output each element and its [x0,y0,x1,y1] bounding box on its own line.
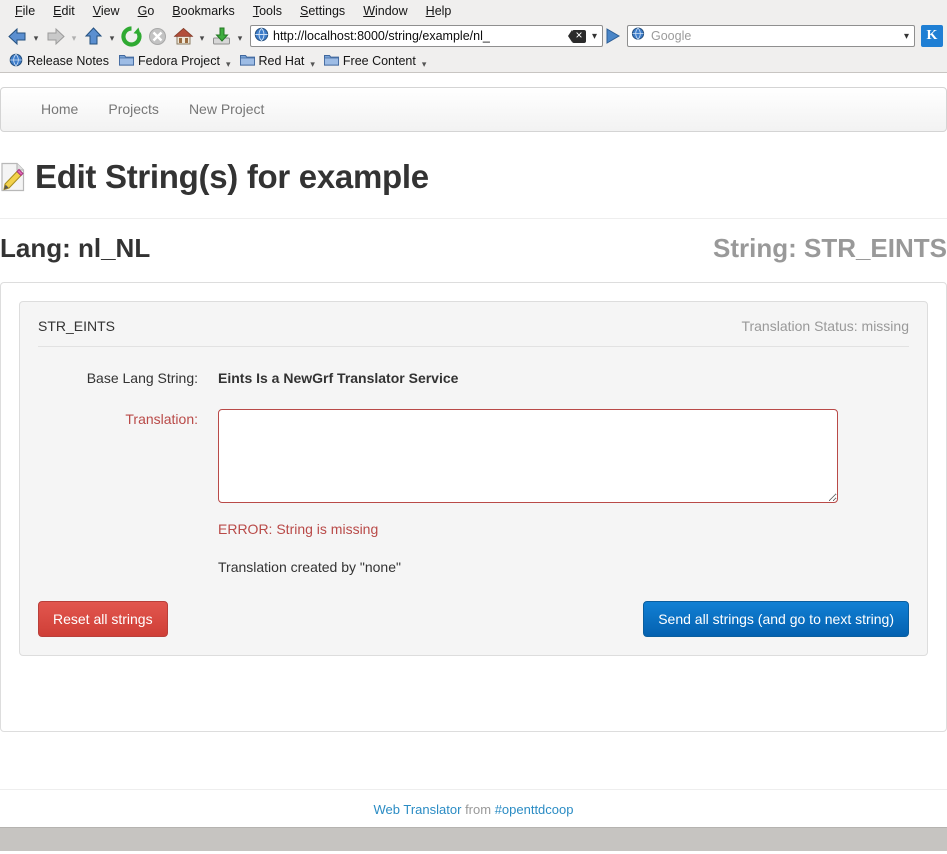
send-all-strings-button[interactable]: Send all strings (and go to next string) [643,601,909,637]
panel-header: STR_EINTS Translation Status: missing [38,318,909,347]
download-icon[interactable] [208,23,234,49]
page-footer: Web Translator from #openttdcoop [0,789,947,817]
bookmark-label: Fedora Project [138,54,220,68]
title-divider [0,218,947,219]
back-icon[interactable] [4,23,30,49]
bookmarks-bar: Release Notes Fedora Project ▾ Red Hat ▾ [0,50,947,72]
browser-chrome: File Edit View Go Bookmarks Tools Settin… [0,0,947,73]
page-title: Edit String(s) for example [0,158,947,196]
translation-input[interactable] [218,409,838,503]
bookmark-label: Release Notes [27,54,109,68]
browser-status-bar [0,827,947,851]
home-menu-caret[interactable]: ▾ [196,23,208,49]
lang-string-row: Lang: nl_NL String: STR_EINTS [0,233,947,264]
base-string-label: Base Lang String: [86,370,198,386]
site-navbar: Home Projects New Project [0,87,947,132]
string-id-label: STR_EINTS [38,318,116,334]
url-dropdown-caret[interactable]: ▾ [590,31,599,42]
outer-panel: STR_EINTS Translation Status: missing Ba… [0,282,947,732]
forward-history-caret: ▾ [71,33,77,43]
base-string-value: Eints Is a NewGrf Translator Service [218,370,459,386]
nav-link-projects[interactable]: Projects [93,87,174,132]
translation-row: Translation: ERROR: String is missing Tr… [38,409,909,575]
menu-bookmarks[interactable]: Bookmarks [163,1,244,21]
folder-icon [239,53,255,69]
back-history-caret[interactable]: ▾ [30,23,42,49]
menu-settings[interactable]: Settings [291,1,354,21]
menu-help[interactable]: Help [417,1,461,21]
page-content: Home Projects New Project Edit String(s)… [0,73,947,827]
menu-edit[interactable]: Edit [44,1,84,21]
string-heading: String: STR_EINTS [712,233,947,263]
base-string-row: Base Lang String: Eints Is a NewGrf Tran… [38,368,909,388]
search-bar[interactable]: Google ▾ [627,25,915,47]
translation-field-wrapper: ERROR: String is missing Translation cre… [218,409,909,575]
bookmark-label: Red Hat [258,54,305,68]
stop-icon [144,23,170,49]
content-container: Home Projects New Project Edit String(s)… [0,87,947,732]
footer-link-web-translator[interactable]: Web Translator [374,802,462,817]
menu-window[interactable]: Window [354,1,416,21]
bookmark-free-content[interactable]: Free Content [319,52,421,70]
chevron-down-icon[interactable]: ▾ [309,59,319,72]
menu-file[interactable]: File [6,1,44,21]
chevron-down-icon[interactable]: ▾ [225,59,235,72]
folder-icon [119,53,134,69]
button-row: Reset all strings Send all strings (and … [38,601,909,637]
footer-text-from: from [465,802,492,817]
nav-link-new-project[interactable]: New Project [174,87,279,132]
forward-icon [42,23,68,49]
home-icon[interactable] [170,23,196,49]
kde-konqueror-logo: K [921,25,943,47]
translation-created-by: Translation created by "none" [218,559,401,575]
bookmark-label: Free Content [342,54,416,68]
menu-view[interactable]: View [84,1,129,21]
globe-icon [9,53,23,70]
up-icon[interactable] [80,23,106,49]
search-globe-icon[interactable] [631,27,646,45]
nav-link-home[interactable]: Home [26,87,93,132]
folder-icon [323,53,339,69]
translation-error: ERROR: String is missing [218,521,379,537]
search-input[interactable]: Google [651,28,897,44]
menu-go[interactable]: Go [129,1,164,21]
bookmark-fedora-project[interactable]: Fedora Project [114,52,225,70]
page-title-text: Edit String(s) for example [35,158,429,195]
footer-link-openttdcoop[interactable]: #openttdcoop [495,802,574,817]
download-menu-caret[interactable]: ▾ [234,23,246,49]
clear-text-icon[interactable] [567,27,586,43]
translation-status: Translation Status: missing [741,318,909,334]
menu-bar: File Edit View Go Bookmarks Tools Settin… [0,0,947,22]
menu-tools[interactable]: Tools [244,1,291,21]
lang-heading: Lang: nl_NL [0,233,151,263]
reload-icon[interactable] [118,23,144,49]
url-bar[interactable]: http://localhost:8000/string/example/nl_… [250,25,603,47]
go-arrow-icon[interactable] [603,27,623,45]
reset-all-strings-button[interactable]: Reset all strings [38,601,168,637]
url-text[interactable]: http://localhost:8000/string/example/nl_ [273,28,568,44]
memo-pencil-icon [0,162,26,192]
bookmark-red-hat[interactable]: Red Hat [235,52,310,70]
chevron-down-icon[interactable]: ▾ [421,59,431,72]
browser-toolbar: ▾ ▾ ▾ ▾ ▾ http://localhost:8000/string/e… [0,22,947,50]
up-history-caret[interactable]: ▾ [106,23,118,49]
bookmark-release-notes[interactable]: Release Notes [4,52,114,71]
search-engine-caret[interactable]: ▾ [902,31,911,42]
translation-label: Translation: [125,411,198,427]
string-panel: STR_EINTS Translation Status: missing Ba… [19,301,928,656]
globe-icon [254,27,269,45]
